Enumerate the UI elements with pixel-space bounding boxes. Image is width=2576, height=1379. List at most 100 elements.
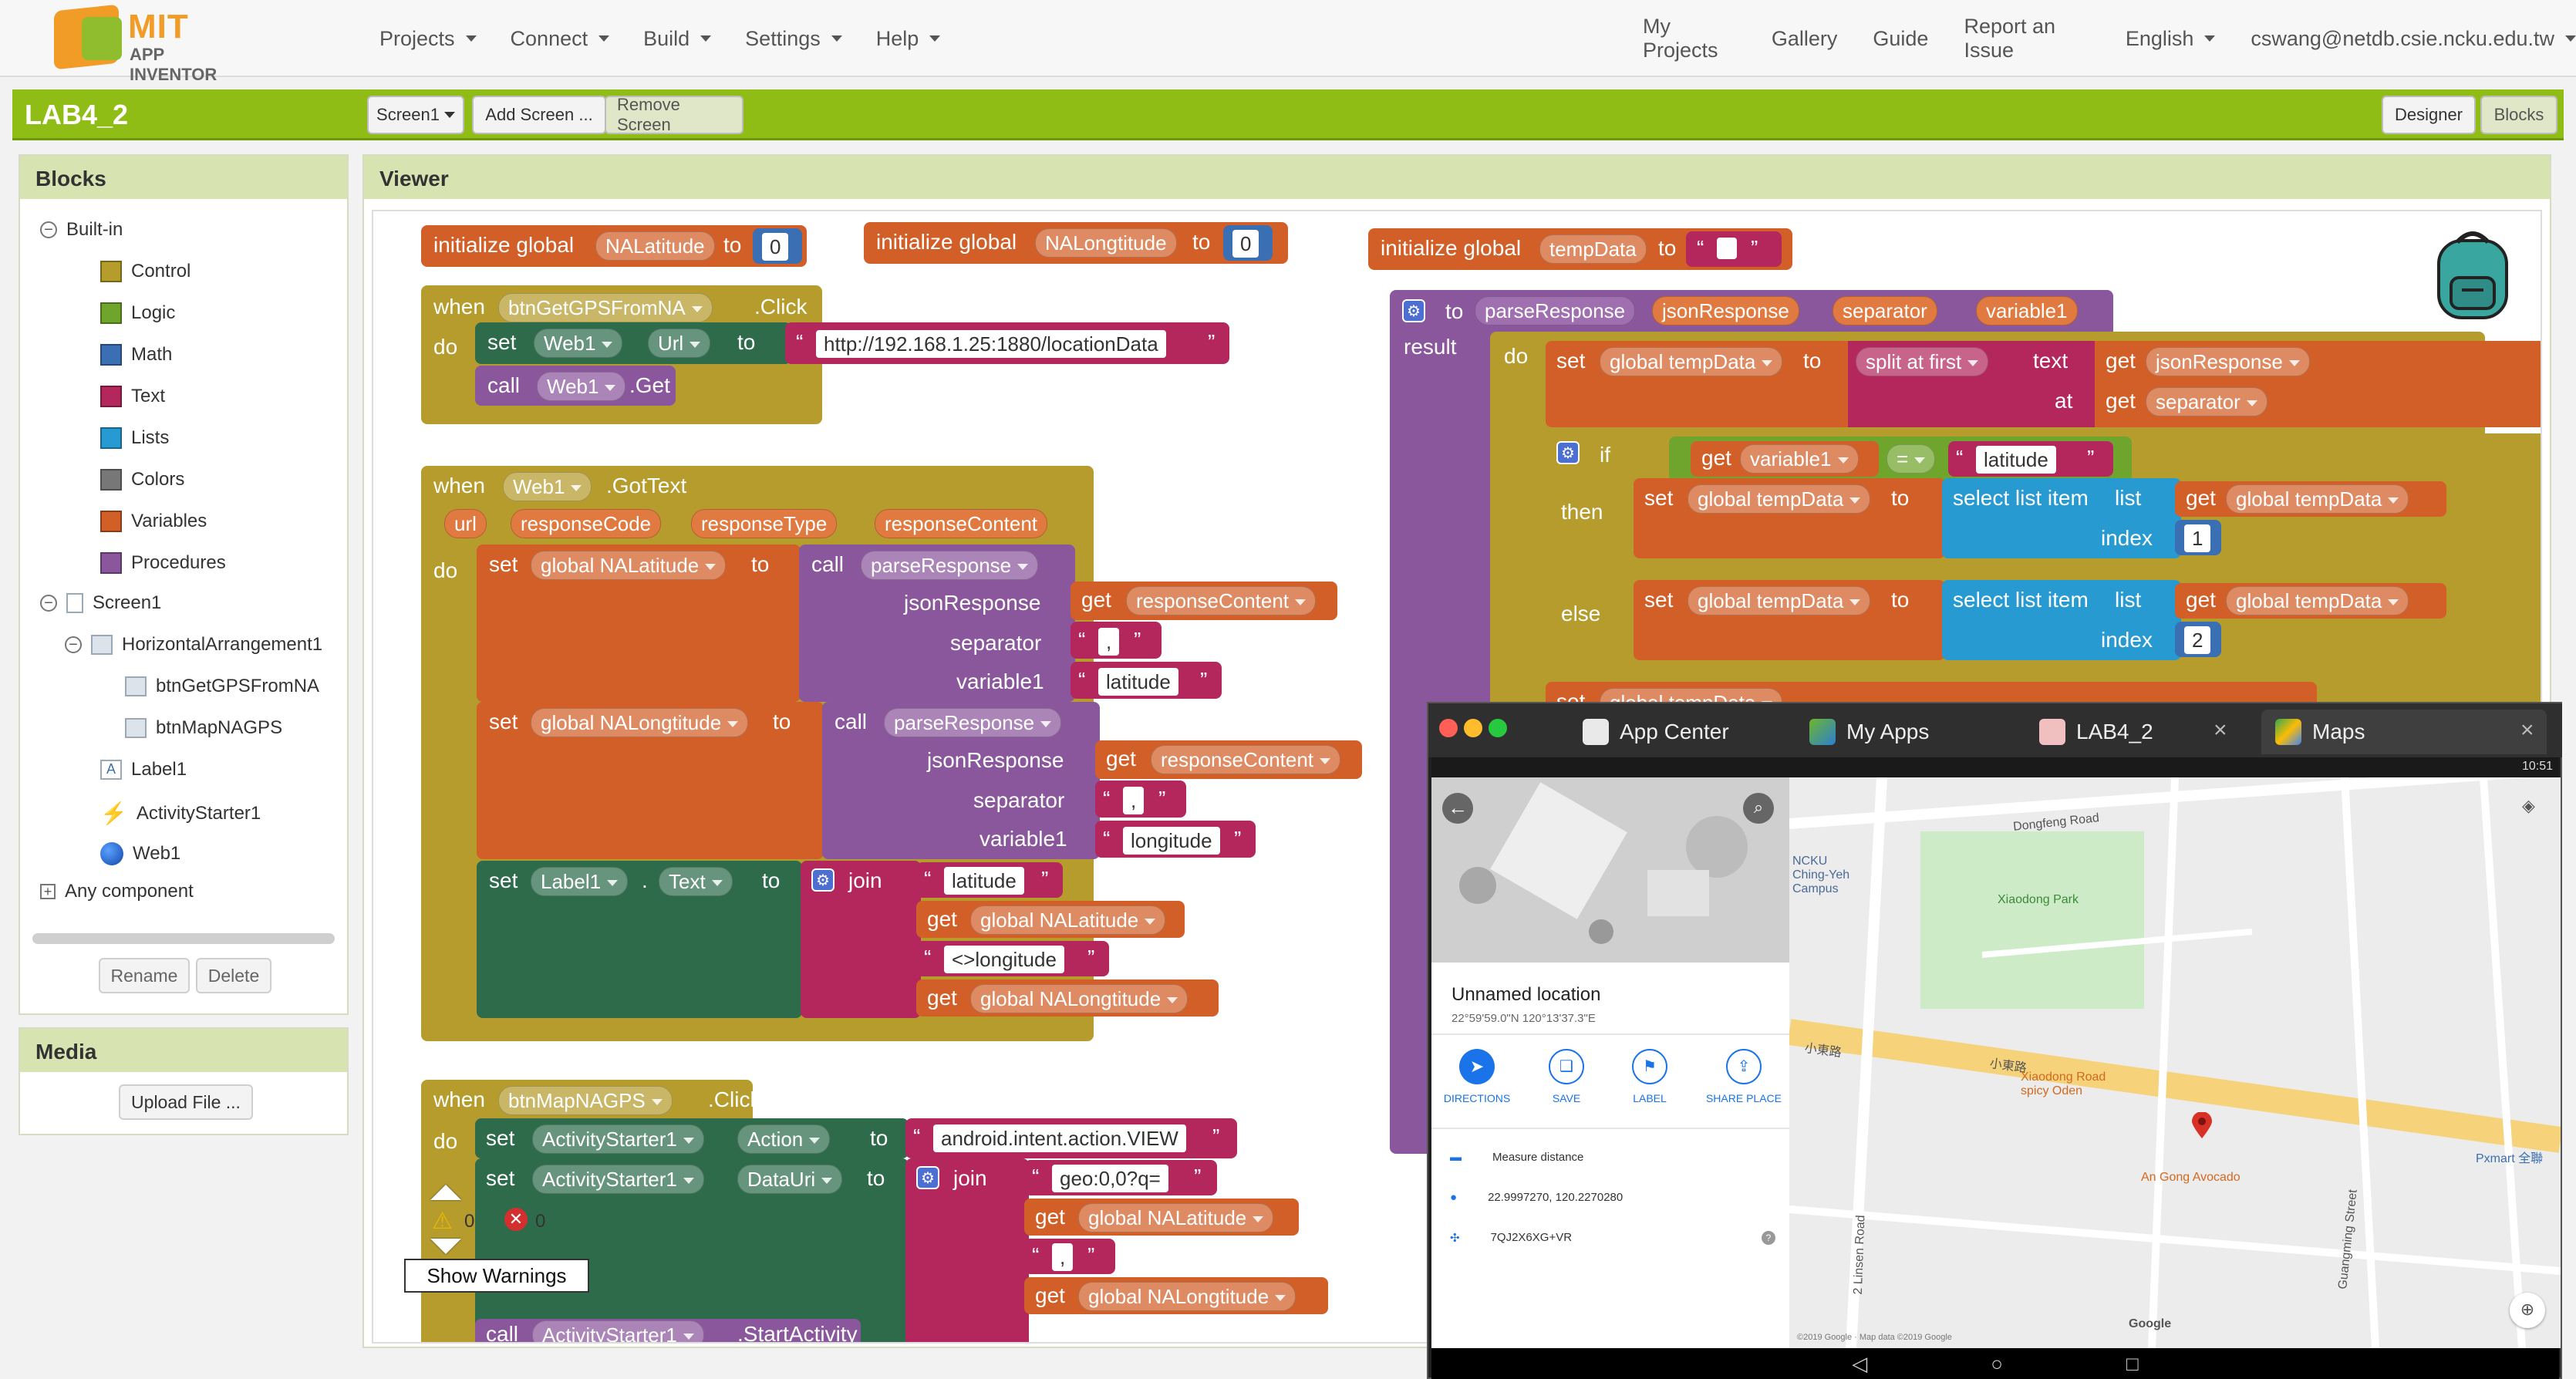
get-global-nalatitude-block[interactable]: get global NALatitude bbox=[1024, 1199, 1299, 1236]
component-dropdown[interactable]: btnGetGPSFromNA bbox=[498, 293, 713, 322]
url-text-field[interactable]: http://192.168.1.25:1880/locationData bbox=[816, 330, 1166, 358]
maximize-window-icon[interactable] bbox=[1489, 719, 1507, 737]
directions-action[interactable]: ➤ DIRECTIONS bbox=[1442, 1049, 1512, 1104]
procedure-dropdown[interactable]: parseResponse bbox=[861, 551, 1039, 580]
get-global-tempdata-block[interactable]: get global tempData bbox=[2175, 481, 2446, 517]
event-btngetgps-click-block[interactable]: when btnGetGPSFromNA .Click do set Web1 … bbox=[421, 285, 1229, 424]
link-guide[interactable]: Guide bbox=[1873, 27, 1928, 51]
variable-name-field[interactable]: NALatitude bbox=[595, 231, 715, 261]
tab-lab4-2[interactable]: LAB4_2 bbox=[2039, 710, 2153, 754]
minimize-window-icon[interactable] bbox=[1464, 719, 1482, 737]
add-screen-button[interactable]: Add Screen ... bbox=[472, 96, 606, 134]
tree-web1[interactable]: Web1 bbox=[100, 842, 180, 865]
variable-dropdown[interactable]: global tempData bbox=[1688, 484, 1871, 514]
back-arrow-icon[interactable]: ← bbox=[1442, 793, 1473, 824]
close-tab-icon[interactable]: × bbox=[2214, 717, 2227, 743]
text-field[interactable]: latitude bbox=[1976, 446, 2056, 474]
comma-text-block[interactable]: “, ” bbox=[1071, 622, 1162, 659]
operator-dropdown[interactable]: = bbox=[1886, 444, 1936, 474]
number-block[interactable]: 2 bbox=[2175, 622, 2221, 657]
get-separator-block[interactable]: get separator bbox=[2095, 384, 2289, 420]
init-global-tempdata-block[interactable]: initialize global tempData to “” bbox=[1368, 228, 1792, 270]
set-label1-text-block[interactable]: set Label1 . Text to bbox=[477, 861, 802, 1018]
component-dropdown[interactable]: Web1 bbox=[537, 372, 626, 401]
if-then-else-block[interactable]: ⚙ if get variable1 = “ latitude ” then els… bbox=[1546, 433, 2541, 703]
tree-screen1[interactable]: − Screen1 bbox=[40, 592, 161, 614]
procedure-param[interactable]: separator bbox=[1833, 296, 1937, 325]
url-text-block[interactable]: “ http://192.168.1.25:1880/locationData … bbox=[785, 322, 1229, 364]
tab-my-apps[interactable]: My Apps bbox=[1809, 710, 1929, 754]
procedure-param[interactable]: variable1 bbox=[1976, 296, 2078, 325]
menu-build[interactable]: Build bbox=[643, 27, 712, 51]
comma-text-block[interactable]: “, ” bbox=[1024, 1239, 1115, 1274]
tree-activity-starter1[interactable]: ⚡ ActivityStarter1 bbox=[100, 801, 261, 826]
collapse-icon[interactable]: − bbox=[65, 636, 82, 653]
drawer-text[interactable]: Text bbox=[100, 386, 165, 407]
app-inventor-logo[interactable]: MIT APP INVENTOR bbox=[54, 4, 255, 84]
procedure-name-field[interactable]: parseResponse bbox=[1475, 296, 1636, 325]
back-nav-icon[interactable]: ◁ bbox=[1852, 1352, 1867, 1376]
remove-screen-button[interactable]: Remove Screen bbox=[605, 95, 743, 134]
set-global-nalatitude-block[interactable]: set global NALatitude to bbox=[477, 545, 801, 702]
location-pin-icon[interactable] bbox=[2192, 1111, 2212, 1138]
variable-dropdown[interactable]: responseContent bbox=[1151, 745, 1341, 774]
text-field[interactable]: latitude bbox=[1098, 668, 1178, 696]
drawer-colors[interactable]: Colors bbox=[100, 469, 184, 491]
drawer-procedures[interactable]: Procedures bbox=[100, 552, 226, 574]
tree-label1[interactable]: A Label1 bbox=[100, 759, 187, 781]
mutator-gear-icon[interactable]: ⚙ bbox=[916, 1166, 939, 1189]
number-field[interactable]: 1 bbox=[2184, 524, 2211, 552]
tree-horizontal-arrangement[interactable]: − HorizontalArrangement1 bbox=[65, 634, 322, 656]
number-block[interactable]: 0 bbox=[1223, 225, 1273, 261]
variable-name-field[interactable]: tempData bbox=[1539, 234, 1647, 264]
geo-text-block[interactable]: “ geo:0,0?q= ” bbox=[1024, 1160, 1217, 1195]
drawer-logic[interactable]: Logic bbox=[100, 302, 175, 324]
get-responsecontent-block[interactable]: get responseContent bbox=[1071, 582, 1337, 620]
empty-text-field[interactable] bbox=[1717, 238, 1737, 259]
longitude-label-text-block[interactable]: “ <>longitude ” bbox=[916, 941, 1109, 976]
measure-distance-row[interactable]: ▬ Measure distance bbox=[1450, 1151, 1583, 1164]
latitude-label-text-block[interactable]: “ latitude ” bbox=[916, 862, 1063, 898]
menu-connect[interactable]: Connect bbox=[511, 27, 610, 51]
number-field[interactable]: 0 bbox=[762, 233, 789, 261]
save-action[interactable]: ❑ SAVE bbox=[1532, 1049, 1601, 1104]
drawer-math[interactable]: Math bbox=[100, 344, 172, 366]
coordinates-row[interactable]: ● 22.9997270, 120.2270280 bbox=[1450, 1191, 1623, 1204]
get-jsonresponse-block[interactable]: get jsonResponse bbox=[2095, 344, 2335, 379]
set-activitystarter-action-block[interactable]: set ActivityStarter1 Action to bbox=[475, 1118, 909, 1158]
variable-dropdown[interactable]: jsonResponse bbox=[2146, 347, 2310, 376]
home-nav-icon[interactable]: ○ bbox=[1991, 1352, 2003, 1376]
blocks-button[interactable]: Blocks bbox=[2480, 96, 2557, 134]
tree-btn-get-gps[interactable]: btnGetGPSFromNA bbox=[125, 676, 319, 697]
text-field[interactable]: longitude bbox=[1123, 827, 1220, 855]
comma-text-block[interactable]: “, ” bbox=[1095, 781, 1186, 818]
text-field[interactable]: <>longitude bbox=[944, 946, 1064, 973]
event-web1-gottext-block[interactable]: when Web1 .GotText url responseCode resp… bbox=[421, 466, 1362, 1041]
call-parseresponse-lat-block[interactable]: call parseResponse jsonResponse separato… bbox=[799, 545, 1075, 702]
link-gallery[interactable]: Gallery bbox=[1772, 27, 1838, 51]
tree-btn-map-na-gps[interactable]: btnMapNAGPS bbox=[125, 717, 282, 739]
property-dropdown[interactable]: Action bbox=[737, 1124, 831, 1154]
tree-any-component[interactable]: + Any component bbox=[40, 881, 194, 902]
show-warnings-button[interactable]: Show Warnings bbox=[404, 1259, 589, 1293]
select-list-item-then-block[interactable]: select list item list index bbox=[1942, 478, 2181, 558]
text-field[interactable]: android.intent.action.VIEW bbox=[933, 1124, 1186, 1152]
call-web1-get-block[interactable]: call Web1 .Get bbox=[475, 366, 676, 406]
event-param[interactable]: responseCode bbox=[511, 509, 662, 538]
get-responsecontent-block[interactable]: get responseContent bbox=[1095, 740, 1362, 779]
event-param[interactable]: responseContent bbox=[875, 509, 1048, 538]
set-web1-url-block[interactable]: set Web1 Url to bbox=[475, 322, 791, 364]
init-global-nalatitude-block[interactable]: initialize global NALatitude to 0 bbox=[421, 225, 807, 267]
arrow-up-icon[interactable] bbox=[430, 1185, 461, 1200]
variable-name-field[interactable]: NALongtitude bbox=[1035, 228, 1177, 258]
get-global-nalatitude-block[interactable]: get global NALatitude bbox=[916, 901, 1185, 938]
number-block[interactable]: 1 bbox=[2175, 520, 2221, 555]
join-block[interactable]: ⚙ join bbox=[905, 1158, 1029, 1342]
variable-dropdown[interactable]: global NALatitude bbox=[531, 551, 727, 580]
help-icon[interactable]: ? bbox=[1762, 1231, 1775, 1245]
collapse-icon[interactable]: − bbox=[40, 595, 57, 612]
screen-select[interactable]: Screen1 bbox=[367, 96, 464, 134]
procedure-dropdown[interactable]: parseResponse bbox=[884, 708, 1062, 737]
select-list-item-else-block[interactable]: select list item list index bbox=[1942, 580, 2181, 660]
expand-icon[interactable]: + bbox=[40, 884, 56, 899]
